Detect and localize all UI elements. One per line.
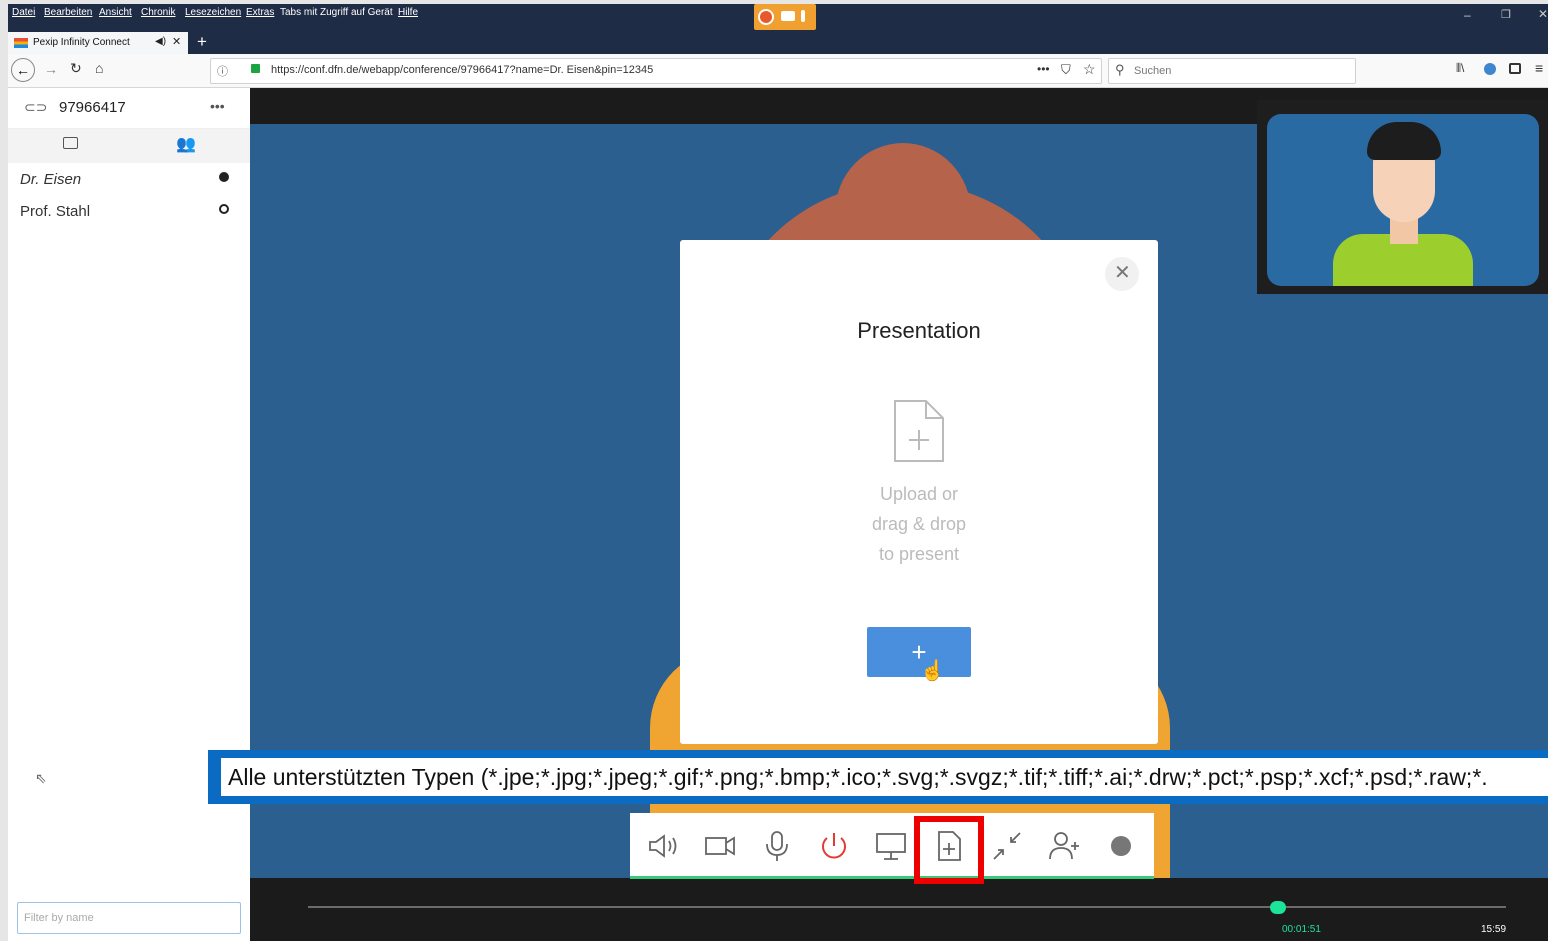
file-upload-icon	[894, 400, 944, 462]
menu-edit[interactable]: Bearbeiten	[44, 7, 92, 18]
add-participant-icon[interactable]	[1047, 829, 1081, 863]
progress-track[interactable]	[308, 906, 1506, 908]
search-bar[interactable]: ⚲ Suchen	[1108, 58, 1356, 84]
record-icon[interactable]	[1104, 829, 1138, 863]
library-icon[interactable]: ⫴\	[1456, 61, 1464, 76]
filter-placeholder: Filter by name	[24, 912, 94, 924]
dialog-title: Presentation	[857, 318, 981, 343]
filter-by-name-input[interactable]: Filter by name	[17, 902, 241, 934]
hand-cursor-icon: ☝	[920, 660, 945, 682]
screen-share-icon[interactable]	[874, 829, 908, 863]
sidebar-toggle-icon[interactable]	[1509, 63, 1521, 74]
url-text: https://conf.dfn.de/webapp/conference/97…	[271, 64, 654, 76]
menu-help[interactable]: Hilfe	[398, 7, 418, 18]
mic-sharing-icon	[801, 10, 805, 22]
dialog-close-button[interactable]: ✕	[1105, 257, 1139, 291]
tab-pexip[interactable]: Pexip Infinity Connect ◀) ✕	[8, 32, 188, 54]
camera-icon[interactable]	[703, 829, 737, 863]
close-window-icon[interactable]: ✕	[1538, 7, 1548, 21]
hamburger-menu-icon[interactable]: ≡	[1535, 60, 1543, 76]
link-icon[interactable]: ⊂⊃	[24, 99, 47, 116]
minimize-icon[interactable]	[990, 829, 1024, 863]
call-control-bar	[630, 813, 1154, 879]
chat-tab-icon[interactable]	[63, 137, 78, 149]
participant-guest-icon	[219, 204, 229, 214]
info-icon[interactable]: ⓘ	[217, 63, 228, 79]
file-types-text: Alle unterstützten Typen (*.jpe;*.jpg;*.…	[221, 758, 1548, 796]
forward-icon[interactable]: →	[44, 61, 58, 77]
camera-sharing-icon	[781, 11, 795, 21]
tab-audio-icon[interactable]: ◀)	[155, 36, 166, 47]
tab-title: Pexip Infinity Connect	[33, 37, 130, 48]
page-actions-icon[interactable]: •••	[1037, 62, 1050, 76]
participant-name: Dr. Eisen	[20, 171, 82, 188]
conference-sidebar: ⊂⊃ 97966417 ••• 👥 Dr. Eisen Prof. Stahl …	[8, 88, 250, 941]
conference-header: ⊂⊃ 97966417 •••	[8, 88, 250, 129]
file-types-tooltip: Alle unterstützten Typen (*.jpe;*.jpg;*.…	[208, 750, 1548, 804]
search-icon: ⚲	[1115, 62, 1125, 77]
new-tab-icon[interactable]: +	[197, 32, 207, 52]
menu-history[interactable]: Chronik	[141, 7, 175, 18]
firefox-icon	[758, 9, 774, 25]
control-bar-underline	[630, 876, 1154, 879]
pocket-icon[interactable]: ⛉	[1061, 62, 1071, 78]
upload-hint-line: drag & drop	[871, 514, 967, 534]
upload-hint-line: to present	[878, 544, 960, 564]
progress-handle[interactable]	[1270, 901, 1287, 914]
menu-bookmarks[interactable]: Lesezeichen	[185, 7, 241, 18]
participant-name: Prof. Stahl	[20, 203, 91, 220]
power-icon[interactable]	[817, 829, 851, 863]
participant-row[interactable]: Dr. Eisen	[20, 171, 81, 188]
search-placeholder: Suchen	[1134, 65, 1172, 77]
time-elapsed: 00:01:51	[1282, 924, 1321, 935]
avatar-hair	[1367, 122, 1441, 160]
menu-file[interactable]: Datei	[12, 7, 35, 18]
microphone-icon[interactable]	[760, 829, 794, 863]
speaker-icon[interactable]	[646, 829, 680, 863]
minimize-window-icon[interactable]: –	[1464, 8, 1471, 22]
url-bar[interactable]: ⓘ https://conf.dfn.de/webapp/conference/…	[210, 58, 1102, 84]
restore-window-icon[interactable]: ❐	[1501, 8, 1511, 21]
time-total: 15:59	[1481, 924, 1507, 935]
presentation-dialog: ✕ Presentation Upload or drag & drop to …	[680, 240, 1158, 744]
mouse-cursor-icon: ⇖	[35, 770, 47, 786]
back-icon[interactable]: ←	[11, 58, 35, 82]
menu-view[interactable]: Ansicht	[99, 7, 132, 18]
close-icon: ✕	[1114, 262, 1131, 284]
home-icon[interactable]: ⌂	[95, 60, 103, 76]
stage-bottom-bar	[250, 878, 1548, 941]
reload-icon[interactable]: ↻	[70, 60, 82, 77]
menu-extras[interactable]: Extras	[246, 7, 274, 18]
participant-row[interactable]: Prof. Stahl	[20, 203, 90, 220]
self-view-frame	[1257, 100, 1548, 294]
tab-close-icon[interactable]: ✕	[172, 35, 181, 48]
conference-id: 97966417	[59, 99, 126, 116]
nav-toolbar: ← → ↻ ⌂ ⓘ https://conf.dfn.de/webapp/con…	[8, 54, 1548, 88]
participant-host-icon	[219, 172, 229, 182]
participants-tab-icon[interactable]: 👥	[176, 134, 196, 154]
menu-bar: Datei Bearbeiten Ansicht Chronik Lesezei…	[8, 4, 1548, 32]
menu-tabs-devices[interactable]: Tabs mit Zugriff auf Gerät	[280, 7, 393, 18]
lock-icon	[251, 64, 260, 73]
more-options-icon[interactable]: •••	[210, 98, 225, 114]
bookmark-star-icon[interactable]: ☆	[1083, 61, 1096, 78]
tab-strip: Pexip Infinity Connect ◀) ✕ +	[8, 32, 1548, 54]
pexip-favicon	[14, 38, 28, 48]
present-button-highlight	[914, 816, 984, 884]
panel-tabs: 👥	[8, 129, 250, 163]
upload-hint-line: Upload or	[879, 484, 959, 504]
sharing-indicator[interactable]	[754, 4, 816, 30]
self-view[interactable]	[1267, 114, 1539, 286]
add-file-button[interactable]: +	[867, 627, 971, 677]
extension-icon[interactable]	[1484, 63, 1496, 75]
